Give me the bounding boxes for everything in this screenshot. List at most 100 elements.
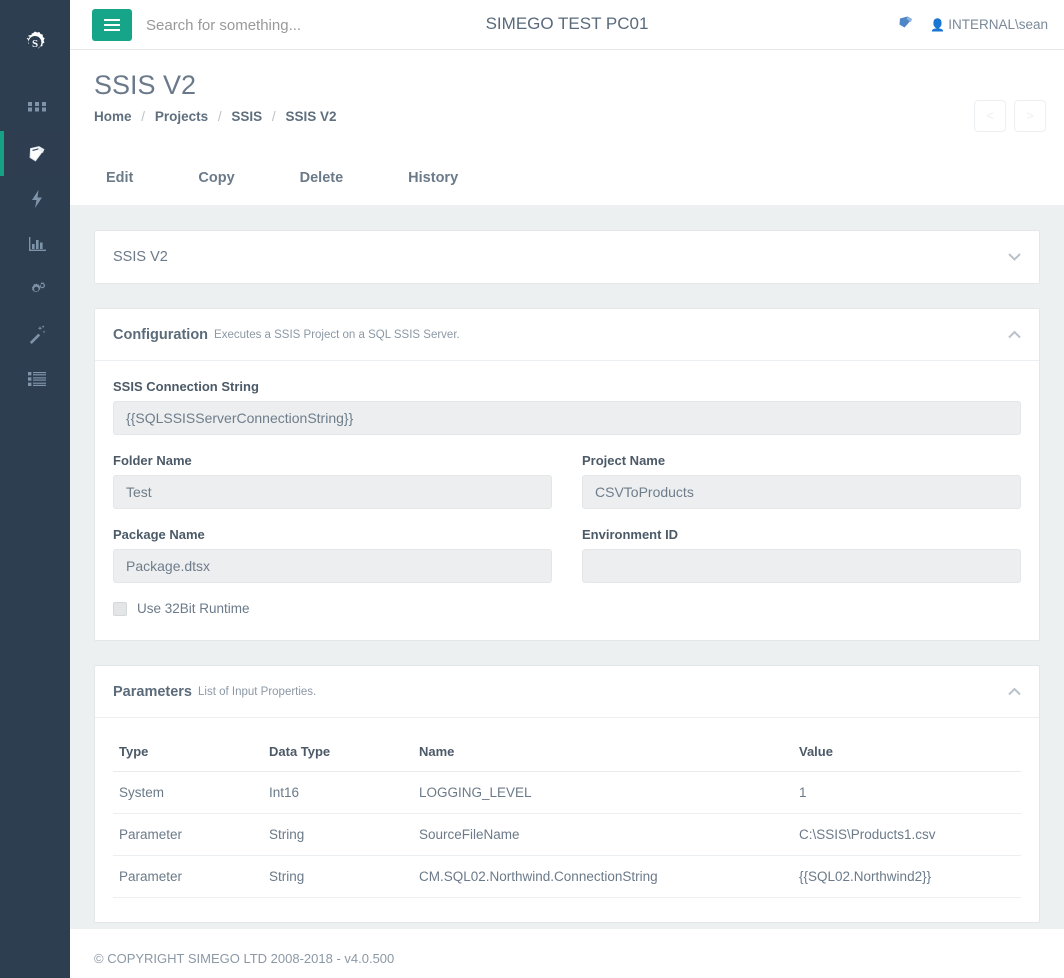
cell-data-type: String [263, 813, 413, 856]
table-header-row: Type Data Type Name Value [113, 736, 1021, 772]
folder-project-row: Folder Name Project Name [113, 453, 1021, 509]
configuration-panel-subtitle: Executes a SSIS Project on a SQL SSIS Se… [214, 328, 460, 341]
cell-value: {{SQL02.Northwind2}} [793, 855, 1021, 898]
panel-area: SSIS V2 Configuration Executes a SSIS Pr… [70, 206, 1064, 928]
page-header: SSIS V2 Home / Projects / SSIS / SSIS V2… [70, 50, 1064, 150]
next-button[interactable]: > [1014, 100, 1046, 132]
sidebar: S [0, 0, 70, 978]
cell-value: 1 [793, 771, 1021, 814]
topbar-right-group: 👤 INTERNAL\sean [898, 15, 1048, 34]
cell-data-type: String [263, 855, 413, 898]
cell-name: CM.SQL02.Northwind.ConnectionString [413, 855, 793, 898]
parameters-panel-body: Type Data Type Name Value System Int16 L… [95, 718, 1039, 922]
tab-copy[interactable]: Copy [186, 170, 246, 186]
parameters-table: Type Data Type Name Value System Int16 L… [113, 736, 1021, 898]
project-panel-title: SSIS V2 [113, 249, 168, 265]
package-name-label: Package Name [113, 527, 205, 542]
breadcrumb-item-ssis[interactable]: SSIS [231, 109, 262, 124]
table-row[interactable]: Parameter String SourceFileName C:\SSIS\… [113, 813, 1021, 856]
chevron-up-icon[interactable] [1008, 684, 1021, 699]
page-title: SSIS V2 [94, 70, 197, 100]
parameters-panel-subtitle: List of Input Properties. [198, 685, 317, 698]
project-name-field-group: Project Name [582, 453, 1021, 509]
folder-name-field-group: Folder Name [113, 453, 552, 509]
parameters-panel-title: Parameters [113, 683, 192, 700]
sidebar-item-tools[interactable] [0, 311, 70, 356]
sidebar-item-logs[interactable] [0, 356, 70, 401]
connection-string-field-group: SSIS Connection String [113, 379, 1021, 435]
connection-string-input[interactable] [113, 401, 1021, 435]
cell-type: Parameter [113, 855, 263, 898]
project-name-input[interactable] [582, 475, 1021, 509]
chevron-up-icon[interactable] [1008, 327, 1021, 342]
configuration-panel-header[interactable]: Configuration Executes a SSIS Project on… [95, 309, 1039, 361]
column-header-data-type: Data Type [263, 736, 413, 772]
package-name-field-group: Package Name [113, 527, 552, 583]
user-icon: 👤 [930, 18, 946, 32]
user-name: INTERNAL\sean [948, 17, 1048, 32]
breadcrumb-item-home[interactable]: Home [94, 109, 132, 124]
cell-name: SourceFileName [413, 813, 793, 856]
prev-button[interactable]: < [974, 100, 1006, 132]
magic-wand-icon [29, 325, 46, 344]
environment-id-input[interactable] [582, 549, 1021, 583]
folder-name-label: Folder Name [113, 453, 192, 468]
top-header-bar: SIMEGO TEST PC01 👤INTERNAL\sean [70, 0, 1064, 50]
app-logo[interactable]: S [0, 0, 70, 86]
connection-string-label: SSIS Connection String [113, 379, 259, 394]
use-32bit-runtime-checkbox[interactable] [113, 601, 127, 616]
bar-chart-icon [28, 236, 46, 251]
sidebar-item-reports[interactable] [0, 221, 70, 266]
environment-id-field-group: Environment ID [582, 527, 1021, 583]
gear-s-logo-icon: S [26, 31, 45, 50]
book-icon [899, 16, 913, 28]
table-row[interactable]: Parameter String CM.SQL02.Northwind.Conn… [113, 855, 1021, 898]
search-input[interactable] [146, 11, 476, 39]
tab-edit[interactable]: Edit [94, 170, 145, 186]
sidebar-item-projects[interactable] [0, 131, 70, 176]
gears-icon [31, 281, 46, 292]
cell-name: LOGGING_LEVEL [413, 771, 793, 814]
action-tab-bar: Edit Copy Delete History [70, 150, 1064, 206]
configuration-panel-body: SSIS Connection String Folder Name Proje… [95, 361, 1039, 640]
book-icon [29, 145, 45, 162]
svg-text:S: S [32, 38, 38, 50]
breadcrumb-separator: / [217, 109, 222, 124]
project-name-label: Project Name [582, 453, 666, 468]
folder-name-input[interactable] [113, 475, 552, 509]
menu-toggle-button[interactable] [92, 9, 132, 41]
tab-history[interactable]: History [396, 170, 470, 186]
lightning-icon [32, 189, 42, 208]
parameters-panel: Parameters List of Input Properties. Typ… [94, 665, 1040, 923]
list-icon [28, 371, 46, 386]
tab-delete[interactable]: Delete [288, 170, 356, 186]
column-header-type: Type [113, 736, 263, 772]
notebook-icon[interactable] [898, 15, 914, 34]
cell-type: Parameter [113, 813, 263, 856]
breadcrumb: Home / Projects / SSIS / SSIS V2 [94, 109, 336, 124]
grid-icon [28, 101, 46, 111]
parameters-panel-header[interactable]: Parameters List of Input Properties. [95, 666, 1039, 718]
table-row[interactable]: System Int16 LOGGING_LEVEL 1 [113, 771, 1021, 814]
project-panel-header[interactable]: SSIS V2 [95, 231, 1039, 283]
breadcrumb-separator: / [141, 109, 146, 124]
copyright-text: © COPYRIGHT SIMEGO LTD 2008-2018 - v4.0.… [94, 951, 395, 966]
sidebar-item-dashboard[interactable] [0, 86, 70, 131]
use-32bit-runtime-row: Use 32Bit Runtime [113, 601, 1021, 616]
environment-id-label: Environment ID [582, 527, 679, 542]
page-footer: © COPYRIGHT SIMEGO LTD 2008-2018 - v4.0.… [70, 928, 1064, 978]
user-account[interactable]: 👤 INTERNAL\sean [930, 17, 1048, 32]
breadcrumb-item-current[interactable]: SSIS V2 [285, 109, 336, 124]
package-name-input[interactable] [113, 549, 552, 583]
pager-controls: < > [974, 100, 1046, 132]
use-32bit-runtime-label: Use 32Bit Runtime [137, 601, 250, 616]
chevron-down-icon[interactable] [1008, 250, 1021, 265]
sidebar-item-automation[interactable] [0, 176, 70, 221]
cell-value: C:\SSIS\Products1.csv [793, 813, 1021, 856]
cell-type: System [113, 771, 263, 814]
breadcrumb-item-projects[interactable]: Projects [155, 109, 208, 124]
configuration-panel: Configuration Executes a SSIS Project on… [94, 308, 1040, 641]
project-panel: SSIS V2 [94, 230, 1040, 284]
column-header-value: Value [793, 736, 1021, 772]
sidebar-item-settings[interactable] [0, 266, 70, 311]
